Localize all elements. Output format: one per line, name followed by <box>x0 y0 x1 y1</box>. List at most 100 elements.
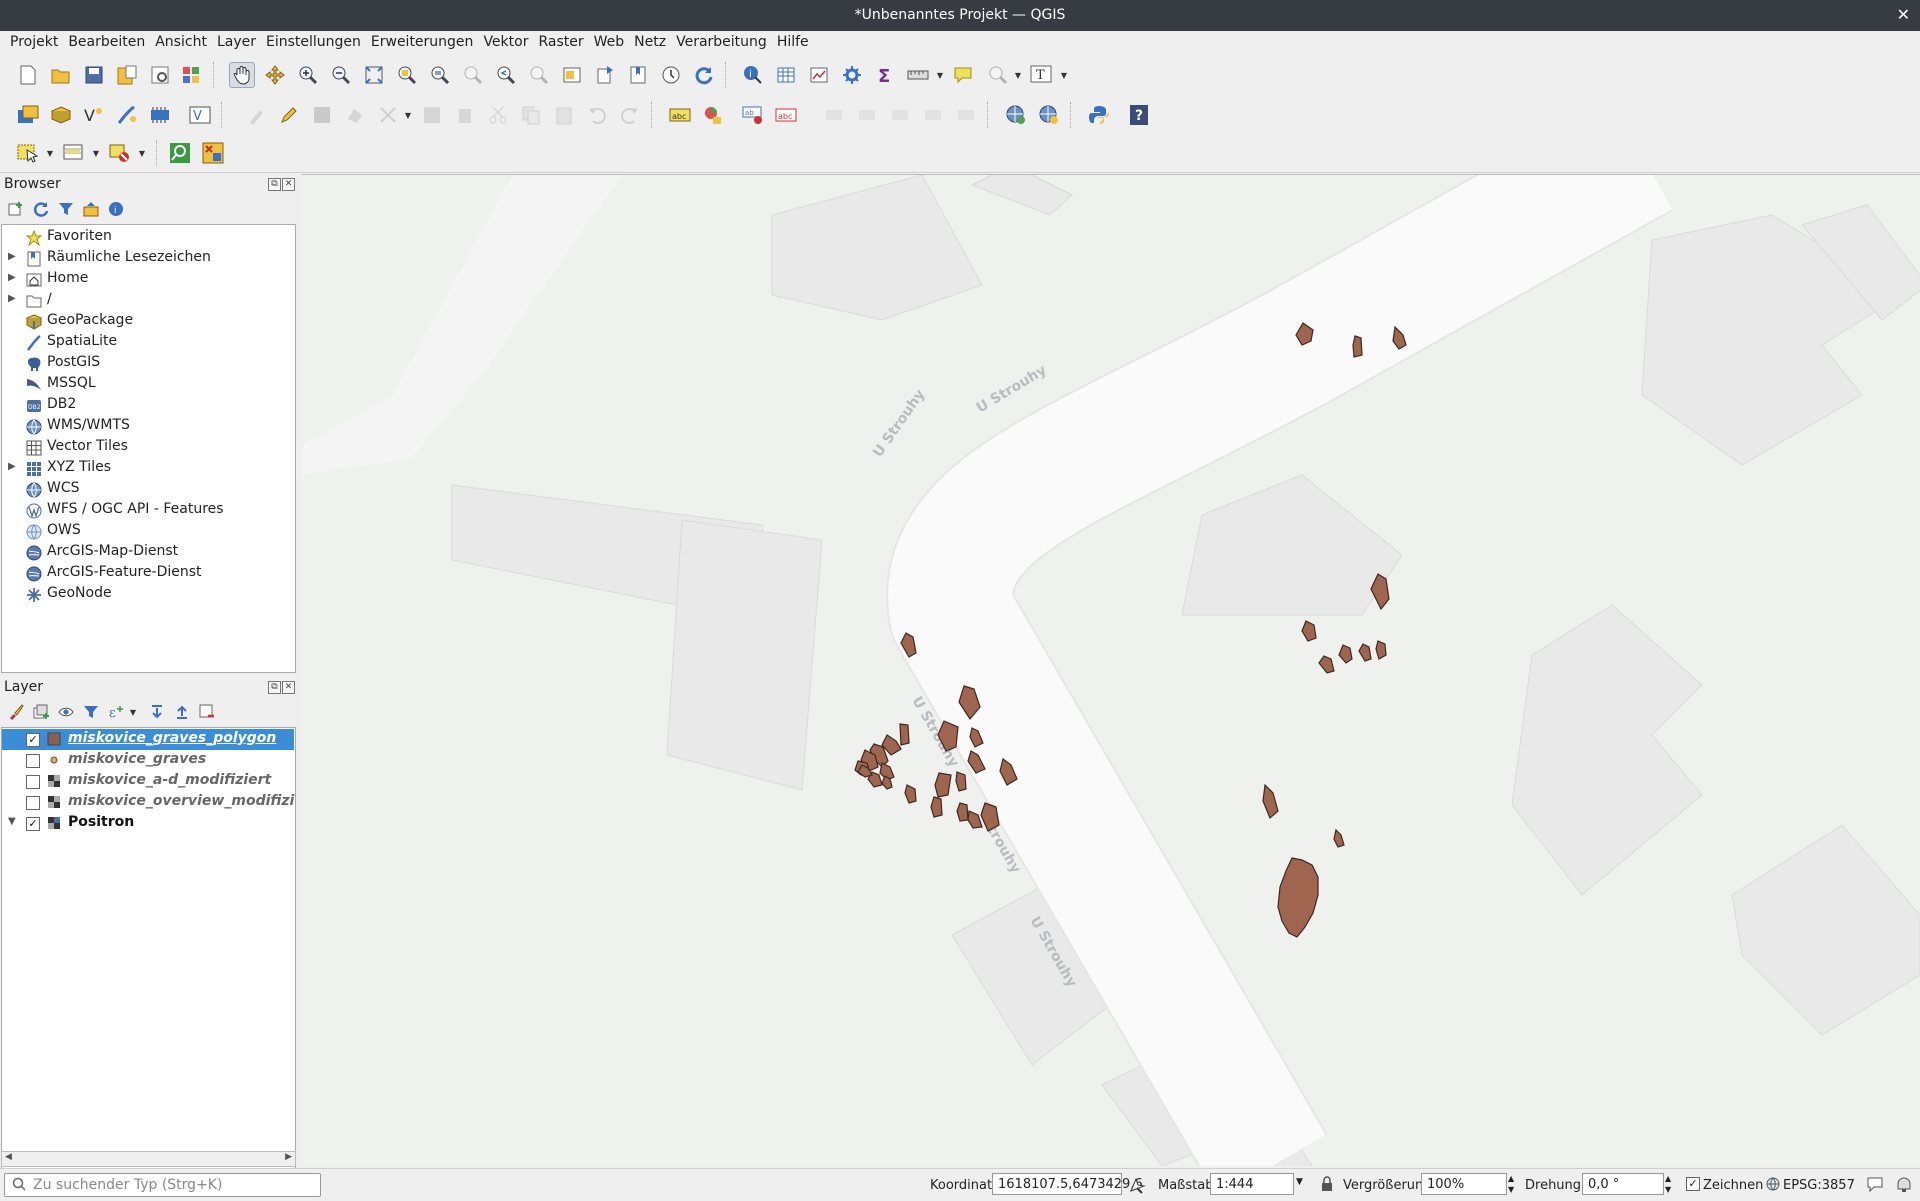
toggle-extents-mouse-icon[interactable] <box>1128 1176 1146 1198</box>
scroll-right-icon[interactable]: ▶ <box>285 1152 292 1162</box>
add-feature-icon[interactable] <box>343 103 367 127</box>
data-source-manager-icon[interactable] <box>16 103 40 127</box>
browser-item-postgis[interactable]: PostGIS <box>2 353 292 374</box>
locator-dropdown-icon[interactable]: ▼ <box>1014 63 1022 87</box>
expand-arrow-icon[interactable]: ▼ <box>8 816 16 827</box>
menu-einstellungen[interactable]: Einstellungen <box>261 31 366 55</box>
layer-item-positron[interactable]: ▼ ✓ Positron <box>2 813 294 834</box>
current-edits-icon[interactable] <box>245 103 269 127</box>
browser-item-wcs[interactable]: WCS <box>2 479 292 500</box>
menu-bearbeiten[interactable]: Bearbeiten <box>63 31 150 55</box>
browser-item-favoriten[interactable]: Favoriten <box>2 227 292 248</box>
layer-visibility-checkbox[interactable]: ✓ <box>26 733 40 747</box>
menu-netz[interactable]: Netz <box>629 31 671 55</box>
browser-item-mssql[interactable]: MSSQL <box>2 374 292 395</box>
layer-visibility-checkbox[interactable] <box>26 754 40 768</box>
layer-item-graves[interactable]: miskovice_graves <box>2 750 294 771</box>
grave-polygon[interactable] <box>1352 335 1363 358</box>
redo-icon[interactable] <box>618 103 642 127</box>
panel-close-icon[interactable]: ✕ <box>282 681 295 694</box>
zoom-to-layer-icon[interactable] <box>428 63 452 87</box>
zoom-next-icon[interactable] <box>527 63 551 87</box>
new-shapefile-layer-icon[interactable]: V <box>82 103 106 127</box>
menu-hilfe[interactable]: Hilfe <box>772 31 814 55</box>
menu-verarbeitung[interactable]: Verarbeitung <box>671 31 772 55</box>
python-console-icon[interactable] <box>1087 103 1111 127</box>
browser-item-xyz-tiles[interactable]: ▶ XYZ Tiles <box>2 458 292 479</box>
new-project-icon[interactable] <box>16 63 40 87</box>
browser-item-db2[interactable]: DB2 DB2 <box>2 395 292 416</box>
add-wfs-layer-icon[interactable] <box>1037 103 1061 127</box>
map-canvas-svg[interactable]: U Strouhy U Strouhy U Strouhy Strouhy U … <box>302 175 1920 1166</box>
diagram-options-icon[interactable] <box>701 103 725 127</box>
coordinate-field[interactable]: 1618107.5,6473429.6 <box>992 1173 1143 1195</box>
paste-features-icon[interactable] <box>552 103 576 127</box>
filter-browser-icon[interactable] <box>56 199 76 219</box>
spatial-bookmark-icon[interactable] <box>626 63 650 87</box>
new-virtual-layer-icon[interactable]: V <box>188 103 212 127</box>
collapse-all-layers-icon[interactable] <box>172 702 192 722</box>
new-spatialite-layer-icon[interactable] <box>115 103 139 127</box>
statistical-summary-icon[interactable] <box>807 63 831 87</box>
zoom-full-icon[interactable] <box>362 63 386 87</box>
refresh-browser-icon[interactable] <box>31 199 51 219</box>
menu-web[interactable]: Web <box>589 31 630 55</box>
new-map-view-icon[interactable] <box>560 63 584 87</box>
map-canvas[interactable]: U Strouhy U Strouhy U Strouhy Strouhy U … <box>302 174 1920 1166</box>
panel-float-icon[interactable]: ⧉ <box>268 681 281 694</box>
browser-item-spatialite[interactable]: SpatiaLite <box>2 332 292 353</box>
locator-search-input[interactable]: Zu suchender Typ (Strg+K) <box>4 1173 321 1197</box>
show-hide-labels-icon[interactable]: abc <box>774 103 798 127</box>
magnifier-spinbox[interactable]: 100% <box>1421 1173 1507 1195</box>
deselect-dropdown-icon[interactable]: ▼ <box>138 141 146 165</box>
open-project-icon[interactable] <box>49 63 73 87</box>
style-manager-icon[interactable] <box>180 63 204 87</box>
zoom-last-icon[interactable] <box>494 63 518 87</box>
annotation-dropdown-icon[interactable]: ▼ <box>1060 63 1068 87</box>
panel-float-icon[interactable]: ⧉ <box>268 178 281 191</box>
rotate-label-icon[interactable] <box>855 103 879 127</box>
expand-arrow-icon[interactable]: ▶ <box>8 293 16 304</box>
grave-polygon[interactable] <box>934 772 952 798</box>
identify-features-icon[interactable]: i <box>741 63 765 87</box>
measure-line-icon[interactable] <box>906 63 930 87</box>
highlight-label-icon[interactable] <box>954 103 978 127</box>
delete-selected-icon[interactable] <box>453 103 477 127</box>
remove-layer-icon[interactable] <box>197 702 217 722</box>
render-checkbox[interactable]: ✓ <box>1686 1177 1700 1191</box>
measure-dropdown-icon[interactable]: ▼ <box>936 63 944 87</box>
select-value-dropdown-icon[interactable]: ▼ <box>92 141 100 165</box>
browser-item-wms-wmts[interactable]: WMS/WMTS <box>2 416 292 437</box>
menu-ansicht[interactable]: Ansicht <box>150 31 212 55</box>
browser-item-vector-tiles[interactable]: Vector Tiles <box>2 437 292 458</box>
save-project-icon[interactable] <box>82 63 106 87</box>
scale-dropdown-icon[interactable]: ▼ <box>1296 1177 1303 1187</box>
expand-arrow-icon[interactable]: ▶ <box>8 272 16 283</box>
grave-polygon[interactable] <box>899 723 910 746</box>
select-features-icon[interactable] <box>16 141 40 165</box>
layer-visibility-checkbox[interactable] <box>26 775 40 789</box>
refresh-icon[interactable] <box>692 63 716 87</box>
browser-item-arcgis-map[interactable]: ArcGIS-Map-Dienst <box>2 542 292 563</box>
magnifier-stepper-icon[interactable]: ▲ ▼ <box>1508 1173 1514 1195</box>
filter-expression-icon[interactable]: ε <box>106 702 126 722</box>
save-edits-icon[interactable] <box>310 103 334 127</box>
zoom-to-selection-icon[interactable] <box>395 63 419 87</box>
manage-visibility-eye-icon[interactable] <box>56 702 76 722</box>
open-field-calculator-search-icon[interactable] <box>168 141 192 165</box>
expand-arrow-icon[interactable]: ▶ <box>8 461 16 472</box>
layer-horizontal-scrollbar[interactable]: ◀ ▶ <box>1 1151 296 1167</box>
pan-hand-icon[interactable] <box>229 62 255 88</box>
new-geopackage-layer-icon[interactable] <box>49 103 73 127</box>
undo-icon[interactable] <box>585 103 609 127</box>
layer-styling-brush-icon[interactable] <box>6 702 26 722</box>
scale-combobox[interactable]: 1:444 <box>1210 1173 1294 1195</box>
layer-item-a-d-modifiziert[interactable]: miskovice_a-d_modifiziert <box>2 771 294 792</box>
browser-item-arcgis-feature[interactable]: ArcGIS-Feature-Dienst <box>2 563 292 584</box>
help-icon[interactable]: ? <box>1127 103 1151 127</box>
toggle-editing-pencil-icon[interactable] <box>277 103 301 127</box>
add-wms-layer-icon[interactable] <box>1004 103 1028 127</box>
add-selected-layers-icon[interactable] <box>6 199 26 219</box>
zoom-in-icon[interactable] <box>296 63 320 87</box>
filter-expression-dropdown-icon[interactable]: ▼ <box>129 702 137 722</box>
